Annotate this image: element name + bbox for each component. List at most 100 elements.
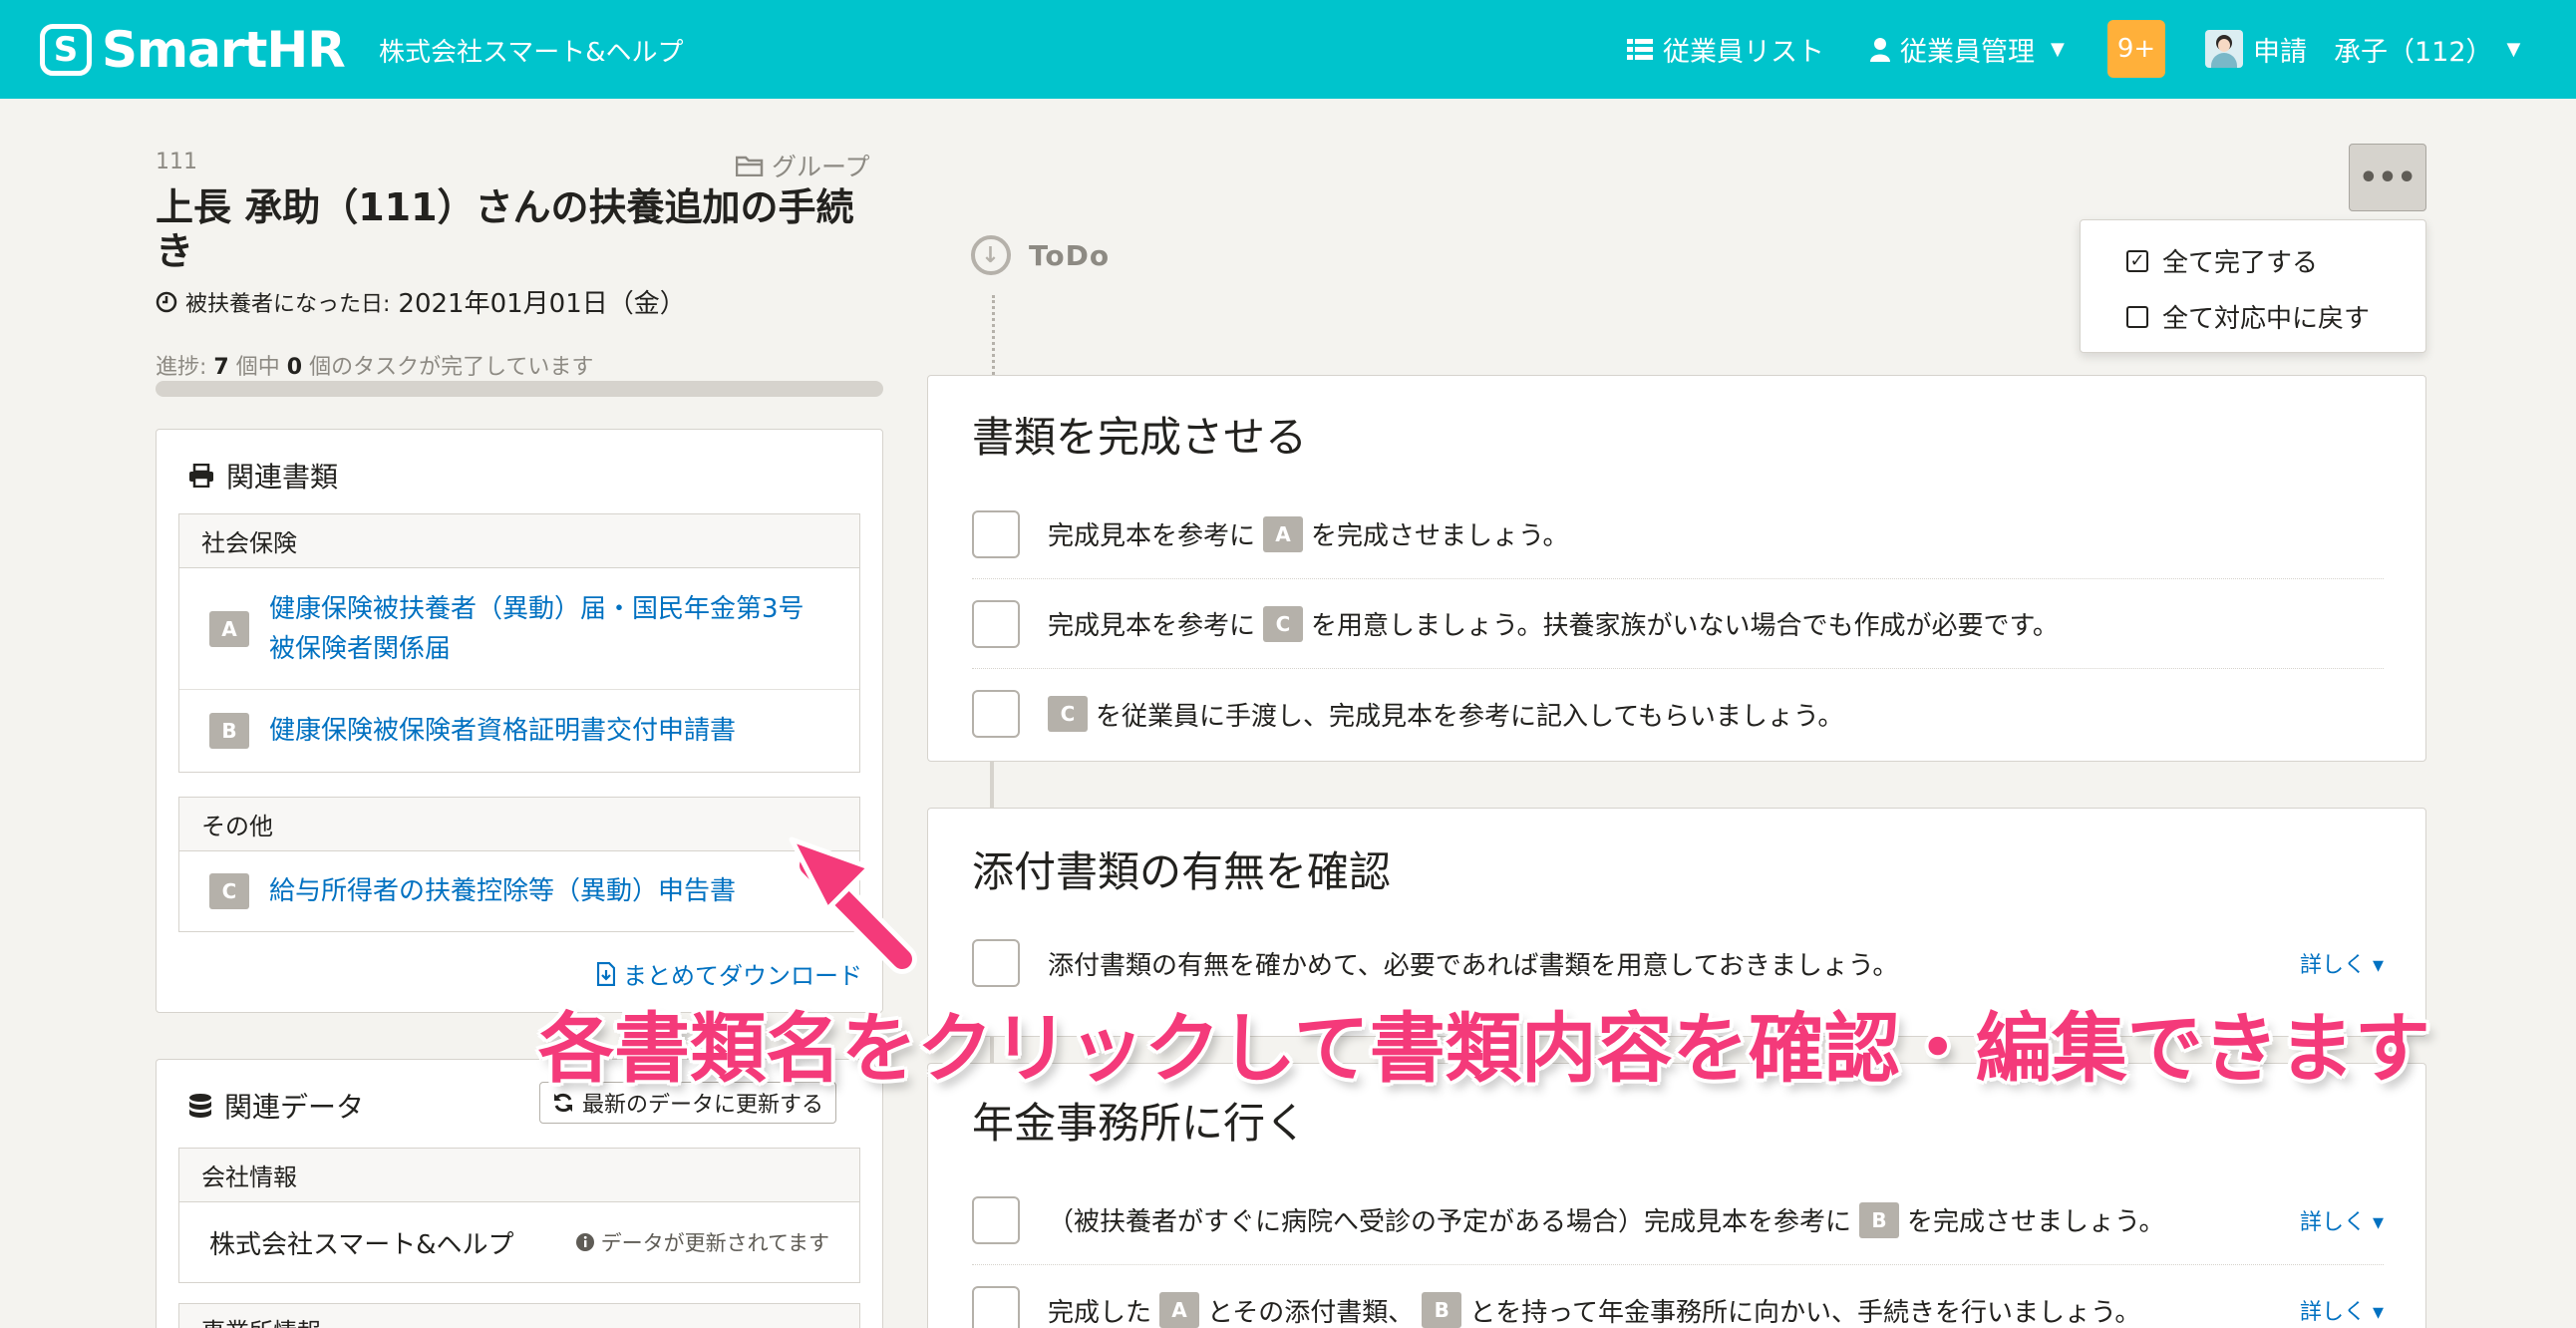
todo-label: ↓ ToDo [971, 235, 1110, 275]
nav-employee-management-label: 従業員管理 [1900, 37, 2035, 68]
logo-text: SmartHR [102, 21, 346, 79]
task-text-part: を用意しましょう。扶養家族がいない場合でも作成が必要です。 [1311, 611, 2059, 641]
doc-link[interactable]: 健康保険被保険者資格証明書交付申請書 [269, 711, 736, 751]
task-checkbox[interactable] [972, 1195, 1020, 1244]
list-icon [1627, 38, 1653, 60]
user-menu[interactable]: 申請 承子（112） ▼ [2253, 30, 2520, 69]
doc-link[interactable]: 給与所得者の扶養控除等（異動）申告書 [269, 871, 736, 911]
task-title: 書類を完成させる [972, 413, 1308, 462]
doc-badge: A [1159, 1292, 1200, 1328]
dependent-date-value: 2021年01月01日（金） [398, 289, 686, 319]
doc-badge: C [209, 873, 249, 909]
menu-item-complete-all[interactable]: ✓ 全て完了する [2126, 242, 2318, 279]
task-text-part: （被扶養者がすぐに病院へ受診の予定がある場合）完成見本を参考に [1048, 1207, 1852, 1237]
arrow-down-circle-icon: ↓ [971, 235, 1011, 275]
user-name: 申請 承子（112） [2253, 37, 2493, 68]
task-text: （被扶養者がすぐに病院へ受診の予定がある場合）完成見本を参考に B を完成させま… [1048, 1201, 2164, 1238]
doc-badge: B [1422, 1292, 1462, 1328]
doc-row[interactable]: B 健康保険被保険者資格証明書交付申請書 [179, 690, 859, 772]
doc-group-other: その他 C 給与所得者の扶養控除等（異動）申告書 [178, 797, 860, 932]
nav-employee-list-label: 従業員リスト [1663, 37, 1824, 68]
group-link-label: グループ [772, 153, 870, 181]
task-details-link[interactable]: 詳しく ▾ [2300, 1204, 2384, 1236]
download-all-link[interactable]: まとめてダウンロード [597, 956, 862, 991]
page-title: 上長 承助（111）さんの扶養追加の手続き [156, 185, 854, 273]
task-item: 完成見本を参考に C を用意しましょう。扶養家族がいない場合でも作成が必要です。 [972, 579, 2384, 669]
progress-prefix: 進捗: [156, 355, 207, 380]
task-text-part: 完成見本を参考に [1048, 611, 1256, 641]
related-documents-heading: 関連書類 [188, 456, 338, 496]
task-checkbox[interactable] [972, 509, 1020, 558]
update-note-text: データが更新されてます [600, 1231, 829, 1255]
logo-icon: S [40, 24, 92, 76]
bulk-actions-menu: ✓ 全て完了する 全て対応中に戻す [2080, 219, 2426, 353]
task-card: 年金事務所に行く （被扶養者がすぐに病院へ受診の予定がある場合）完成見本を参考に… [927, 1063, 2426, 1328]
task-checkbox[interactable] [972, 1286, 1020, 1328]
doc-badge: C [1263, 605, 1304, 642]
task-text: C を従業員に手渡し、完成見本を参考に記入してもらいましょう。 [1048, 696, 1843, 733]
task-item: C を従業員に手渡し、完成見本を参考に記入してもらいましょう。 [972, 669, 2384, 759]
menu-item-reset-all[interactable]: 全て対応中に戻す [2126, 298, 2370, 335]
timeline-dotted-line [992, 295, 995, 375]
dependent-date-label: 被扶養者になった日: [185, 291, 391, 317]
nav-employee-management[interactable]: 従業員管理 ▼ [1870, 30, 2065, 69]
empty-box-icon [2126, 305, 2148, 328]
file-download-icon [597, 961, 615, 986]
smarthr-logo[interactable]: S SmartHR [40, 21, 346, 79]
progress-text: 進捗: 7 個中 0 個のタスクが完了しています [156, 349, 593, 381]
task-card: 書類を完成させる 完成見本を参考に A を完成させましょう。 完成見本を参考に … [927, 375, 2426, 762]
task-text-part: とを持って年金事務所に向かい、手続きを行いましょう。 [1469, 1297, 2141, 1328]
notification-badge[interactable]: 9+ [2107, 20, 2165, 78]
progress-bar [156, 381, 883, 397]
progress-done: 0 [286, 355, 303, 380]
doc-group-social-insurance: 社会保険 A 健康保険被扶養者（異動）届・国民年金第3号被保険者関係届 B 健康… [178, 513, 860, 773]
doc-row[interactable]: C 給与所得者の扶養控除等（異動）申告書 [179, 851, 859, 931]
top-navigation-bar: S SmartHR 株式会社スマート&ヘルプ 従業員リスト 従業員管理 ▼ 9+… [0, 0, 2576, 99]
office-info-header: 事業所情報 [178, 1303, 860, 1328]
checked-box-icon: ✓ [2126, 249, 2148, 272]
doc-badge: A [1263, 515, 1304, 552]
task-title: 添付書類の有無を確認 [972, 847, 1392, 896]
doc-row[interactable]: A 健康保険被扶養者（異動）届・国民年金第3号被保険者関係届 [179, 568, 859, 690]
progress-mid: 個中 [235, 355, 280, 380]
doc-link[interactable]: 健康保険被扶養者（異動）届・国民年金第3号被保険者関係届 [269, 589, 827, 669]
database-icon [189, 1094, 211, 1118]
task-checkbox[interactable] [972, 690, 1020, 738]
chevron-down-icon: ▼ [2506, 39, 2521, 60]
timeline-connector [990, 762, 994, 810]
user-icon [1870, 37, 1890, 62]
task-item: 完成した A とその添付書類、 B とを持って年金事務所に向かい、手続きを行いま… [972, 1265, 2384, 1328]
company-info-row: 株式会社スマート&ヘルプ データが更新されてます [179, 1202, 859, 1282]
progress-suffix: 個のタスクが完了しています [309, 355, 594, 380]
task-text-part: とその添付書類、 [1207, 1297, 1415, 1328]
task-checkbox[interactable] [972, 939, 1020, 987]
nav-employee-list[interactable]: 従業員リスト [1627, 30, 1824, 69]
doc-badge: A [209, 610, 249, 647]
menu-item-complete-all-label: 全て完了する [2162, 248, 2319, 278]
task-details-link[interactable]: 詳しく ▾ [2300, 1294, 2384, 1326]
doc-badge: C [1048, 696, 1088, 732]
related-data-title: 関連データ [224, 1091, 365, 1124]
doc-group-header: 社会保険 [179, 514, 859, 568]
related-data-heading: 関連データ [188, 1086, 364, 1126]
task-title: 年金事務所に行く [972, 1099, 1308, 1148]
task-details-link[interactable]: 詳しく ▾ [2300, 947, 2384, 979]
related-data-panel: 関連データ 最新のデータに更新する 会社情報 株式会社スマート&ヘルプ データが… [156, 1059, 883, 1328]
task-text-part: を従業員に手渡し、完成見本を参考に記入してもらいましょう。 [1096, 701, 1844, 732]
related-documents-title: 関連書類 [226, 461, 339, 494]
user-avatar[interactable] [2205, 30, 2243, 68]
company-info-value: 株式会社スマート&ヘルプ [209, 1229, 514, 1260]
task-item: 完成見本を参考に A を完成させましょう。 [972, 490, 2384, 579]
task-text: 添付書類の有無を確かめて、必要であれば書類を用意しておきましょう。 [1048, 950, 1899, 981]
task-text: 完成した A とその添付書類、 B とを持って年金事務所に向かい、手続きを行いま… [1048, 1292, 2140, 1328]
folder-icon [736, 156, 764, 176]
doc-badge: B [1859, 1201, 1900, 1238]
task-checkbox[interactable] [972, 599, 1020, 648]
dependent-date: 被扶養者になった日: 2021年01月01日（金） [156, 283, 686, 320]
doc-badge: B [209, 713, 249, 749]
printer-icon [189, 464, 213, 488]
update-note: データが更新されてます [575, 1227, 829, 1257]
group-link[interactable]: グループ [736, 148, 870, 183]
more-options-button[interactable]: ••• [2349, 144, 2426, 211]
todo-label-text: ToDo [1029, 238, 1111, 272]
